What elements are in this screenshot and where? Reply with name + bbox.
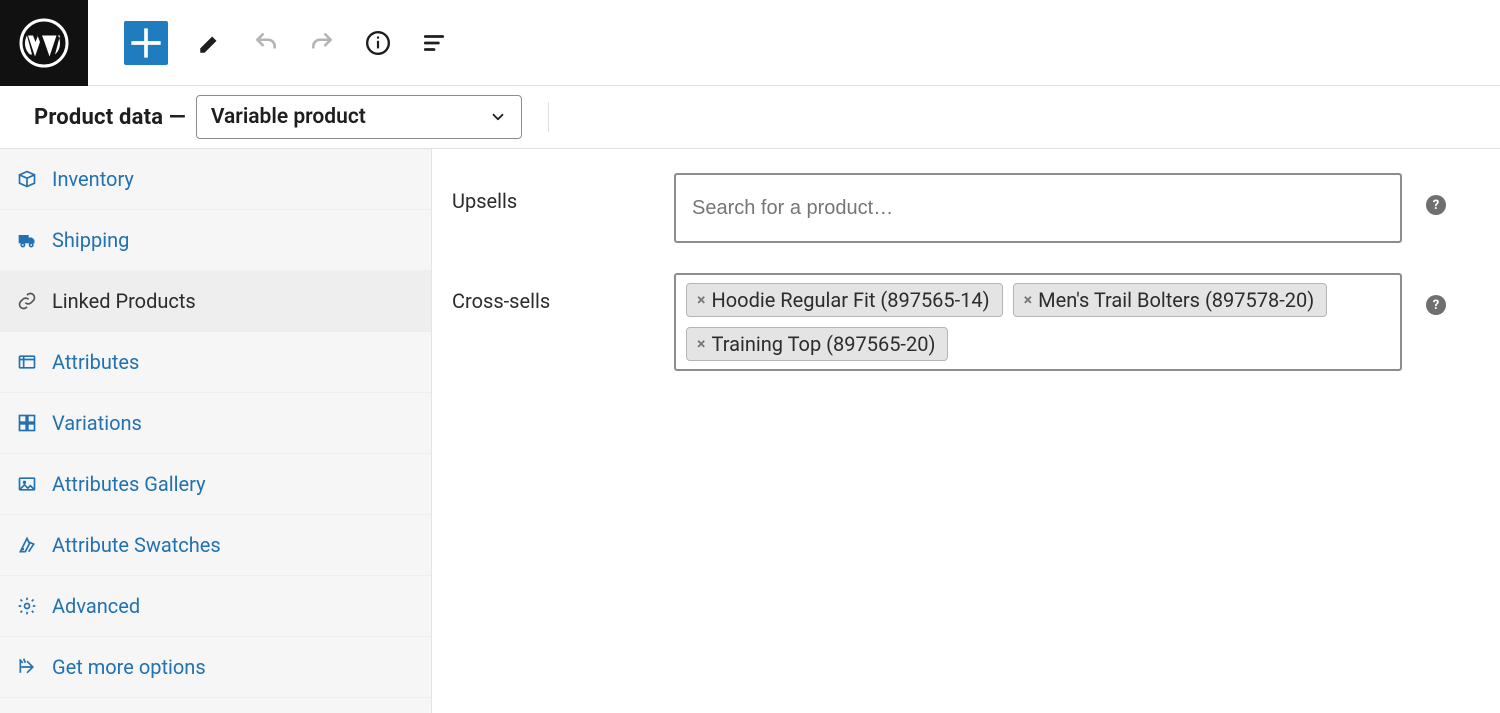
- undo-button[interactable]: [252, 29, 280, 57]
- sidebar-item-variations[interactable]: Variations: [0, 393, 431, 454]
- outline-icon: [421, 30, 447, 56]
- crosssells-row: Cross-sells × Hoodie Regular Fit (897565-1…: [452, 273, 1480, 371]
- redo-icon: [309, 30, 335, 56]
- chip-label: Men's Trail Bolters (897578-20): [1038, 288, 1314, 312]
- edit-button[interactable]: [196, 29, 224, 57]
- crosssells-chip[interactable]: × Hoodie Regular Fit (897565-14): [686, 283, 1003, 317]
- crosssells-chip[interactable]: × Training Top (897565-20): [686, 327, 948, 361]
- sidebar-item-shipping[interactable]: Shipping: [0, 210, 431, 271]
- chip-label: Hoodie Regular Fit (897565-14): [712, 288, 990, 312]
- upsells-field-wrap: [674, 173, 1402, 243]
- outline-button[interactable]: [420, 29, 448, 57]
- pencil-icon: [197, 30, 223, 56]
- variations-icon: [16, 412, 38, 434]
- sidebar-item-linked-products[interactable]: Linked Products: [0, 271, 431, 332]
- sidebar-item-label: Attribute Swatches: [52, 533, 221, 557]
- product-data-panel: Inventory Shipping Linked Products Attribut…: [0, 148, 1500, 713]
- sidebar-item-label: Inventory: [52, 167, 134, 191]
- editor-toolbar: [0, 0, 1500, 86]
- sidebar-item-label: Linked Products: [52, 289, 196, 313]
- crosssells-label: Cross-sells: [452, 273, 674, 313]
- info-button[interactable]: [364, 29, 392, 57]
- product-data-bar: Product data — Variable product: [0, 86, 1500, 148]
- upsells-label: Upsells: [452, 173, 674, 213]
- product-data-tabs: Inventory Shipping Linked Products Attribut…: [0, 149, 432, 713]
- product-type-value: Variable product: [211, 105, 366, 129]
- remove-chip-icon[interactable]: ×: [1024, 292, 1033, 308]
- more-icon: [16, 656, 38, 678]
- remove-chip-icon[interactable]: ×: [697, 336, 706, 352]
- redo-button[interactable]: [308, 29, 336, 57]
- upsells-search-input[interactable]: [692, 181, 1384, 235]
- upsells-help-icon[interactable]: ?: [1426, 195, 1446, 215]
- shipping-icon: [16, 229, 38, 251]
- crosssells-help-icon[interactable]: ?: [1426, 295, 1446, 315]
- swatches-icon: [16, 534, 38, 556]
- product-type-select[interactable]: Variable product: [196, 95, 522, 139]
- wordpress-logo-icon: [19, 18, 69, 68]
- sidebar-item-label: Shipping: [52, 228, 129, 252]
- add-block-button[interactable]: [124, 21, 168, 65]
- advanced-icon: [16, 595, 38, 617]
- sidebar-item-attribute-swatches[interactable]: Attribute Swatches: [0, 515, 431, 576]
- chevron-down-icon: [489, 108, 507, 126]
- upsells-row: Upsells?: [452, 173, 1480, 243]
- plus-icon: [124, 21, 168, 65]
- upsells-field[interactable]: [674, 173, 1402, 243]
- chip-label: Training Top (897565-20): [712, 332, 936, 356]
- crosssells-chip[interactable]: × Men's Trail Bolters (897578-20): [1013, 283, 1328, 317]
- remove-chip-icon[interactable]: ×: [697, 292, 706, 308]
- attributes-icon: [16, 351, 38, 373]
- info-icon: [365, 30, 391, 56]
- linked-products-panel: Upsells? Cross-sells × Hoodie Regular Fit (…: [432, 149, 1500, 713]
- sidebar-item-advanced[interactable]: Advanced: [0, 576, 431, 637]
- sidebar-item-label: Get more options: [52, 655, 206, 679]
- undo-icon: [253, 30, 279, 56]
- gallery-icon: [16, 473, 38, 495]
- toolbar-buttons: [88, 21, 448, 65]
- sidebar-item-label: Variations: [52, 411, 142, 435]
- wordpress-logo[interactable]: [0, 0, 88, 86]
- sidebar-item-label: Attributes Gallery: [52, 472, 206, 496]
- crosssells-field[interactable]: × Hoodie Regular Fit (897565-14) × Men's Tr…: [674, 273, 1402, 371]
- divider: [548, 102, 549, 132]
- product-data-label: Product data —: [34, 105, 186, 130]
- sidebar-item-get-more-options[interactable]: Get more options: [0, 637, 431, 698]
- link-icon: [16, 290, 38, 312]
- sidebar-item-label: Attributes: [52, 350, 139, 374]
- sidebar-item-inventory[interactable]: Inventory: [0, 149, 431, 210]
- inventory-icon: [16, 168, 38, 190]
- sidebar-item-attributes-gallery[interactable]: Attributes Gallery: [0, 454, 431, 515]
- crosssells-field-wrap: × Hoodie Regular Fit (897565-14) × Men's Tr…: [674, 273, 1402, 371]
- sidebar-item-label: Advanced: [52, 594, 140, 618]
- sidebar-item-attributes[interactable]: Attributes: [0, 332, 431, 393]
